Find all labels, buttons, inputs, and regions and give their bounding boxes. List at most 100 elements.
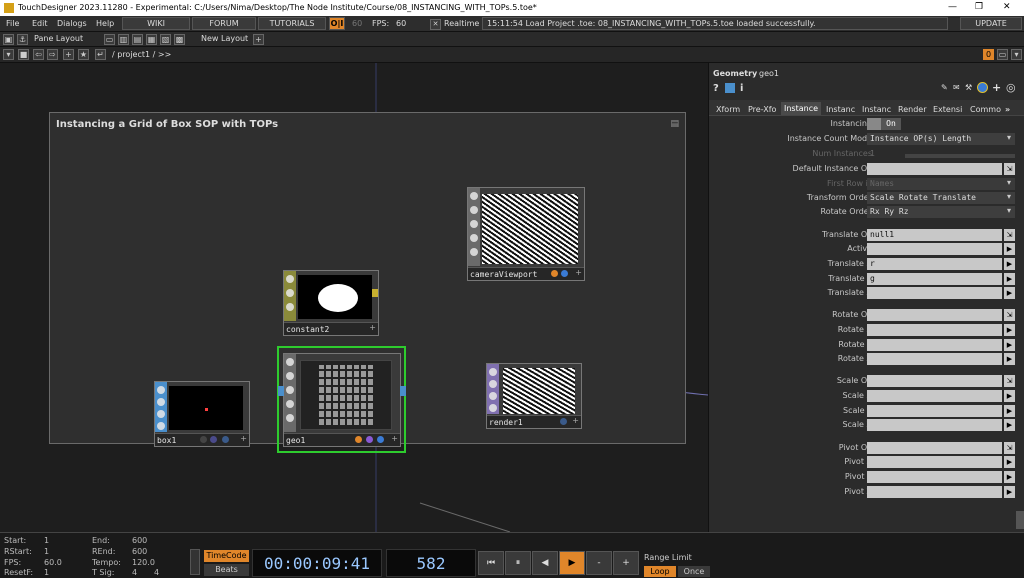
menu-file[interactable]: File	[6, 19, 19, 28]
step-plus-icon[interactable]: +	[613, 551, 639, 575]
new-layout-label[interactable]: New Layout	[201, 34, 248, 43]
pane-split-v-icon[interactable]: ▤	[132, 34, 143, 45]
timecode-display[interactable]: 00:00:09:41	[252, 549, 382, 577]
node-add-icon[interactable]: +	[391, 434, 398, 443]
tutorials-button[interactable]: TUTORIALS	[258, 17, 326, 30]
help-icon[interactable]: ?	[713, 83, 719, 94]
node-info-icon[interactable]	[470, 192, 478, 200]
fps-value[interactable]: 60.0	[44, 558, 62, 567]
parent-icon[interactable]: ↵	[95, 49, 106, 60]
node-info-icon[interactable]	[489, 368, 497, 376]
node-pen-icon[interactable]	[157, 398, 165, 406]
param-arrow-icon[interactable]: ▶	[1004, 405, 1015, 417]
node-flag-purple[interactable]	[366, 436, 373, 443]
node-forward-icon[interactable]	[489, 392, 497, 400]
param-field[interactable]	[867, 353, 1002, 365]
node-flag-blue[interactable]	[560, 418, 567, 425]
menu-help[interactable]: Help	[96, 19, 114, 28]
frame-display[interactable]: 582	[386, 549, 476, 577]
comment-icon[interactable]: ✉	[953, 83, 960, 92]
node-add-icon[interactable]: +	[575, 268, 582, 277]
param-arrow-icon[interactable]: ▶	[1004, 353, 1015, 365]
tab-instance-3[interactable]: Instanc	[862, 105, 891, 114]
python-icon[interactable]	[977, 82, 988, 93]
end-value[interactable]: 600	[132, 536, 147, 545]
node-geo1[interactable]: geo1 +	[278, 353, 406, 447]
param-field[interactable]	[867, 419, 1002, 431]
edit-icon[interactable]: ✎	[941, 83, 948, 92]
op-drop-icon[interactable]: ⇲	[1004, 163, 1015, 175]
node-lock-icon[interactable]	[489, 404, 497, 412]
pane-split-h-icon[interactable]: ▥	[118, 34, 129, 45]
tool-icon[interactable]: ⚒	[965, 83, 972, 92]
node-add-icon[interactable]: +	[369, 323, 376, 332]
param-field[interactable]	[867, 163, 1002, 175]
param-arrow-icon[interactable]: ▶	[1004, 339, 1015, 351]
node-bypass-icon[interactable]	[286, 303, 294, 311]
node-flag-template[interactable]	[222, 436, 229, 443]
once-toggle[interactable]: Once	[678, 566, 710, 577]
num-instances-slider[interactable]	[905, 154, 1015, 158]
param-arrow-icon[interactable]: ▶	[1004, 456, 1015, 468]
node-flag-blue[interactable]	[561, 270, 568, 277]
pane-single-icon[interactable]: ▭	[104, 34, 115, 45]
play-icon[interactable]: ▶	[559, 551, 585, 575]
param-arrow-icon[interactable]: ▶	[1004, 486, 1015, 498]
node-render1[interactable]: render1 +	[486, 363, 582, 429]
step-minus-icon[interactable]: -	[586, 551, 612, 575]
param-field[interactable]: null1	[867, 229, 1002, 241]
add-icon[interactable]: +	[63, 49, 74, 60]
pane-options-icon[interactable]: ▾	[1011, 49, 1022, 60]
timecode-toggle[interactable]: TimeCode	[204, 550, 249, 562]
node-bypass-icon[interactable]	[470, 220, 478, 228]
node-flag-blue[interactable]	[377, 436, 384, 443]
node-info-icon[interactable]	[286, 358, 294, 366]
node-output-connector[interactable]	[372, 289, 378, 297]
network-path[interactable]: / project1 / >>	[112, 50, 171, 59]
param-field[interactable]: Instance OP(s) Length	[867, 133, 1015, 145]
pane-layout-label[interactable]: Pane Layout	[34, 34, 83, 43]
tempo-value[interactable]: 120.0	[132, 558, 155, 567]
param-field[interactable]	[867, 456, 1002, 468]
tab-render[interactable]: Render	[898, 105, 926, 114]
resetf-value[interactable]: 1	[44, 568, 49, 577]
wiki-button[interactable]: WIKI	[122, 17, 190, 30]
param-field[interactable]: Names	[867, 178, 1015, 190]
node-lock-icon[interactable]	[157, 422, 165, 430]
param-field[interactable]	[867, 375, 1002, 387]
tsig-numerator[interactable]: 4	[132, 568, 137, 577]
node-flag-orange[interactable]	[551, 270, 558, 277]
node-forward-icon[interactable]	[470, 234, 478, 242]
param-arrow-icon[interactable]: ▶	[1004, 287, 1015, 299]
dropdown-chevron-icon[interactable]: ▾	[1007, 178, 1011, 187]
node-pen-icon[interactable]	[286, 372, 294, 380]
param-scrollbar[interactable]	[1016, 511, 1024, 529]
param-field[interactable]	[867, 390, 1002, 402]
param-arrow-icon[interactable]: ▶	[1004, 390, 1015, 402]
node-pen-icon[interactable]	[286, 289, 294, 297]
forward-icon[interactable]: ⇨	[47, 49, 58, 60]
info-icon[interactable]: i	[740, 83, 743, 94]
oi-button[interactable]: O|I	[329, 17, 345, 30]
start-value[interactable]: 1	[44, 536, 49, 545]
param-field[interactable]: Rx Ry Rz	[867, 206, 1015, 218]
dropdown-chevron-icon[interactable]: ▾	[1007, 133, 1011, 142]
node-forward-icon[interactable]	[157, 410, 165, 418]
step-back-icon[interactable]: ◀	[532, 551, 558, 575]
param-field[interactable]: g	[867, 273, 1002, 285]
pane-menu-icon[interactable]: ▾	[3, 49, 14, 60]
menu-edit[interactable]: Edit	[32, 19, 48, 28]
op-drop-icon[interactable]: ⇲	[1004, 309, 1015, 321]
minimize-icon[interactable]: —	[948, 2, 957, 12]
tab-pre-xform[interactable]: Pre-Xfo	[748, 105, 776, 114]
dropdown-chevron-icon[interactable]: ▾	[1007, 192, 1011, 201]
node-constant2[interactable]: constant2 +	[283, 270, 379, 336]
param-arrow-icon[interactable]: ▶	[1004, 471, 1015, 483]
anchor-icon[interactable]: ⚓	[17, 34, 28, 45]
node-lock-icon[interactable]	[286, 414, 294, 422]
node-input-connector[interactable]	[278, 386, 284, 396]
param-field[interactable]: Scale Rotate Translate	[867, 192, 1015, 204]
target-icon[interactable]: ◎	[1006, 81, 1016, 94]
node-pen-icon[interactable]	[470, 206, 478, 214]
param-field[interactable]	[867, 243, 1002, 255]
